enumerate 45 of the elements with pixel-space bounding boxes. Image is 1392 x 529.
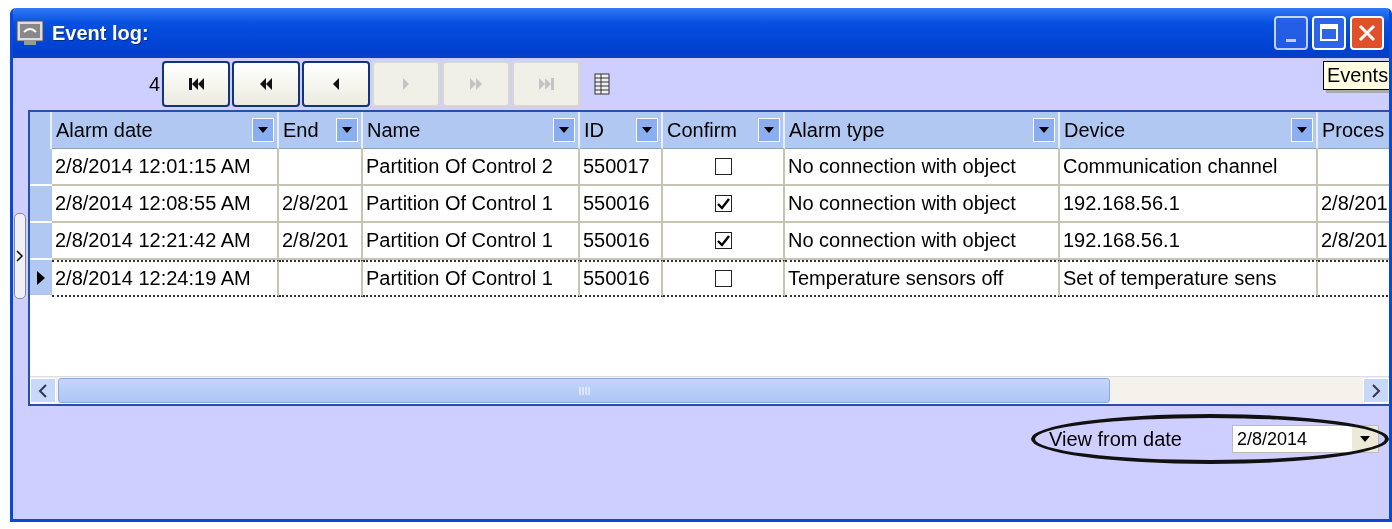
table-cell: Partition Of Control 2 <box>363 149 580 186</box>
table-cell: Communication channel <box>1060 149 1318 186</box>
column-label: End <box>283 118 320 142</box>
column-header[interactable]: Proces <box>1318 112 1389 149</box>
table-cell: 2/8/201 <box>279 186 363 223</box>
column-header[interactable]: Alarm date <box>52 112 279 149</box>
record-count: 4 <box>147 72 160 96</box>
window-title: Event log: <box>52 21 150 45</box>
table-cell: Partition Of Control 1 <box>363 260 580 297</box>
column-label: Device <box>1064 118 1127 142</box>
table-cell: Temperature sensors off <box>785 260 1060 297</box>
table-cell: 2/8/201 <box>1318 186 1389 223</box>
column-label: Proces <box>1322 118 1386 142</box>
table-cell: 550017 <box>580 149 663 186</box>
column-label: Alarm date <box>56 118 154 142</box>
column-header[interactable]: Device <box>1060 112 1318 149</box>
table-cell: Partition Of Control 1 <box>363 223 580 260</box>
column-header[interactable]: End <box>279 112 363 149</box>
column-header[interactable]: Confirm <box>663 112 785 149</box>
table-cell: No connection with object <box>785 186 1060 223</box>
table-cell: 2/8/2014 12:01:15 AM <box>52 149 279 186</box>
table-cell: 2/8/2014 12:24:19 AM <box>52 260 279 297</box>
table-cell: 550016 <box>580 186 663 223</box>
table-cell: 2/8/201 <box>279 223 363 260</box>
column-header[interactable]: Name <box>363 112 580 149</box>
table-cell: 2/8/201 <box>1318 223 1389 260</box>
table-cell: 550016 <box>580 223 663 260</box>
table-cell: Partition Of Control 1 <box>363 186 580 223</box>
tooltip: Events <box>1323 61 1389 90</box>
column-label: Confirm <box>667 118 738 142</box>
date-filter-label: View from date <box>1048 427 1182 451</box>
table-cell: 2/8/2014 12:21:42 AM <box>52 223 279 260</box>
column-header[interactable]: Alarm type <box>785 112 1060 149</box>
column-label: Name <box>367 118 422 142</box>
column-label: Alarm type <box>789 118 886 142</box>
column-header[interactable]: ID <box>580 112 663 149</box>
table-cell: 2/8/2014 12:08:55 AM <box>52 186 279 223</box>
table-cell: 192.168.56.1 <box>1060 223 1318 260</box>
table-cell: 192.168.56.1 <box>1060 186 1318 223</box>
table-cell: Set of temperature sens <box>1060 260 1318 297</box>
table-cell: 550016 <box>580 260 663 297</box>
column-label: ID <box>584 118 605 142</box>
date-picker[interactable]: 2/8/2014 <box>1232 425 1379 453</box>
table-cell: No connection with object <box>785 149 1060 186</box>
table-cell: No connection with object <box>785 223 1060 260</box>
